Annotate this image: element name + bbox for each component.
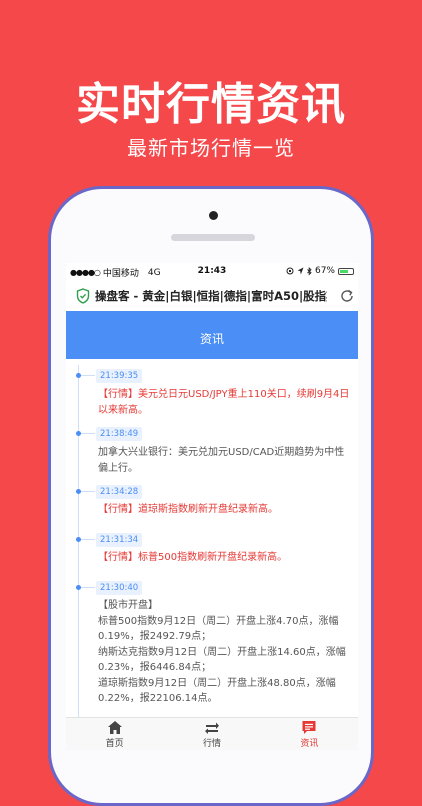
news-time: 21:34:28	[96, 485, 143, 499]
earpiece-speaker	[171, 234, 255, 241]
battery-icon	[338, 267, 354, 275]
reload-icon[interactable]	[339, 288, 355, 304]
front-camera	[209, 211, 218, 220]
timeline-connector	[81, 491, 95, 492]
news-text: 加拿大兴业银行：美元兑加元USD/CAD近期趋势为中性偏上行。	[98, 447, 345, 474]
news-time: 21:31:34	[96, 533, 143, 547]
news-text: 【行情】标普500指数刷新开盘纪录新高。	[98, 552, 288, 563]
message-icon	[302, 721, 316, 734]
news-text: 【行情】道琼斯指数刷新开盘纪录新高。	[98, 504, 278, 515]
orientation-lock-icon	[286, 267, 294, 275]
news-text: 【股市开盘】 标普500指数9月12日（周二）开盘上涨4.70点，涨幅0.19%…	[98, 600, 346, 704]
battery-percent: 67%	[314, 266, 335, 276]
news-time: 21:39:35	[96, 369, 143, 383]
tab-market[interactable]: 行情	[163, 718, 260, 750]
timeline-connector	[81, 375, 95, 376]
tab-home[interactable]: 首页	[66, 718, 163, 750]
news-time: 21:30:40	[96, 581, 143, 595]
headline: 实时行情资讯	[76, 79, 346, 130]
timeline-connector	[81, 433, 95, 434]
status-bar: ●●●●○ 中国移动 4G 21:43 67%	[66, 263, 358, 281]
tab-label: 行情	[202, 739, 221, 749]
bluetooth-icon	[307, 266, 312, 276]
swap-icon	[204, 722, 219, 734]
timeline-line	[78, 365, 79, 719]
url-bar[interactable]: 操盘客 - 黄金|白银|恒指|德指|富时A50|股指期...	[66, 281, 358, 312]
timeline-connector	[81, 539, 95, 540]
news-text: 【行情】美元兑日元USD/JPY重上110关口，续刷9月4日以来新高。	[98, 389, 350, 416]
news-time: 21:38:49	[96, 427, 143, 441]
status-right: 67%	[286, 266, 354, 276]
subhead: 最新市场行情一览	[127, 136, 295, 160]
news-banner: 资讯	[66, 311, 358, 359]
tab-news[interactable]: 资讯	[261, 718, 358, 750]
page-title: 操盘客 - 黄金|白银|恒指|德指|富时A50|股指期...	[95, 289, 327, 303]
home-icon	[107, 721, 122, 734]
timeline-connector	[81, 587, 95, 588]
phone-screen: ●●●●○ 中国移动 4G 21:43 67% 操盘客 - 黄金|白银|恒指|德…	[66, 263, 358, 750]
tab-bar: 首页 行情 资讯	[66, 717, 358, 750]
tab-label: 资讯	[300, 739, 319, 749]
news-feed: 21:39:35 【行情】美元兑日元USD/JPY重上110关口，续刷9月4日以…	[66, 359, 358, 719]
tab-label: 首页	[105, 739, 124, 749]
location-icon	[297, 267, 304, 275]
shield-icon	[76, 288, 90, 304]
